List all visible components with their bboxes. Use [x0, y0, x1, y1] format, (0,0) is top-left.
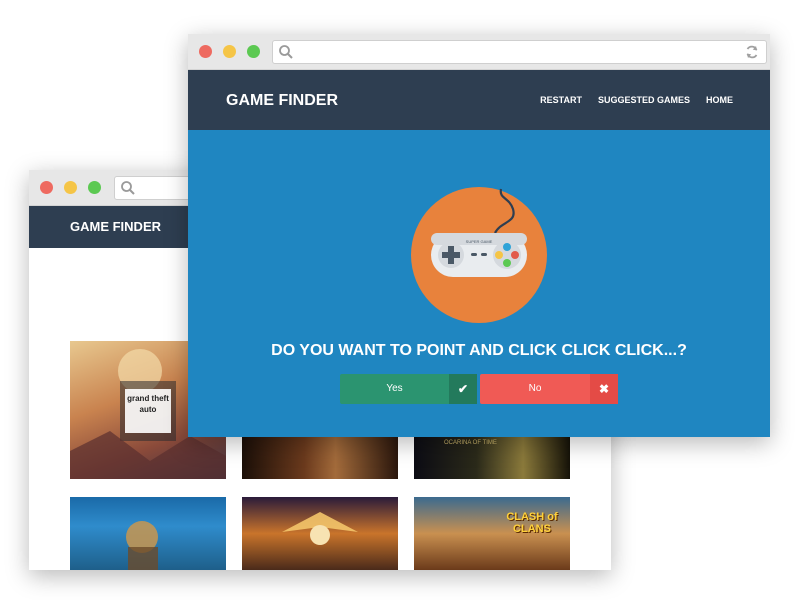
question-text: DO YOU WANT TO POINT AND CLICK CLICK CLI… [271, 342, 687, 359]
brand-title[interactable]: GAME FINDER [226, 92, 338, 110]
thumb-underwater[interactable] [70, 497, 226, 570]
thumb-caption: grand theft auto [127, 394, 169, 414]
thumb-battle[interactable] [242, 436, 398, 479]
x-icon: ✖ [590, 374, 618, 404]
no-button[interactable]: No ✖ [480, 374, 618, 404]
minimize-dot[interactable] [64, 181, 77, 194]
refresh-icon[interactable] [744, 44, 760, 60]
search-icon [279, 45, 293, 59]
address-bar[interactable] [272, 40, 767, 64]
yes-label: Yes [386, 383, 403, 394]
nav-suggested-games[interactable]: SUGGESTED GAMES [598, 95, 690, 105]
controller-label: SUPER GAME [466, 239, 493, 244]
yes-button[interactable]: Yes ✔ [340, 374, 477, 404]
thumb-angel[interactable] [242, 497, 398, 570]
close-dot[interactable] [40, 181, 53, 194]
nav-home[interactable]: HOME [706, 95, 733, 105]
angel-art [282, 512, 358, 545]
no-label: No [528, 383, 542, 394]
thumb-caption: CLASH of CLANS [506, 511, 558, 535]
minimize-dot[interactable] [223, 45, 236, 58]
thumb-zelda[interactable]: OCARINA OF TIME [414, 436, 570, 479]
game-controller-icon: SUPER GAME [411, 187, 547, 323]
underwater-art [126, 521, 158, 570]
front-browser-window: GAME FINDER RESTART SUGGESTED GAMES HOME… [188, 34, 770, 437]
thumb-clash[interactable]: CLASH of CLANS [414, 497, 570, 570]
nav-restart[interactable]: RESTART [540, 95, 582, 105]
question-panel: SUPER GAME DO YOU WANT TO POINT AND CLIC… [188, 130, 770, 437]
nav-menu: RESTART SUGGESTED GAMES HOME [540, 95, 733, 105]
search-icon [121, 181, 135, 195]
check-icon: ✔ [449, 374, 477, 404]
front-navbar: GAME FINDER RESTART SUGGESTED GAMES HOME [188, 70, 770, 130]
close-dot[interactable] [199, 45, 212, 58]
thumb-caption: OCARINA OF TIME [444, 440, 497, 446]
front-browser-toolbar [188, 34, 770, 70]
brand-title[interactable]: GAME FINDER [70, 219, 161, 234]
maximize-dot[interactable] [88, 181, 101, 194]
maximize-dot[interactable] [247, 45, 260, 58]
